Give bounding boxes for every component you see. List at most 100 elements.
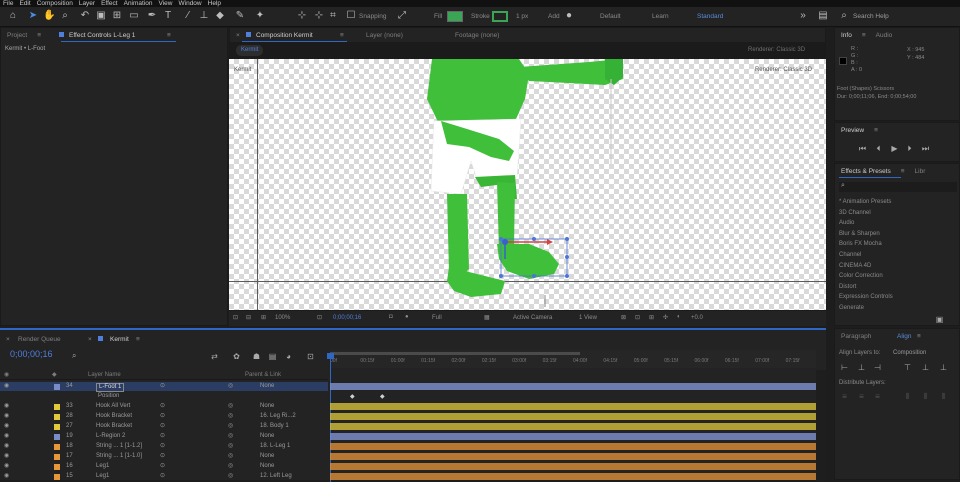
tab-paragraph[interactable]: Paragraph — [841, 333, 871, 340]
effects-item[interactable]: 3D Channel — [839, 208, 893, 219]
tab-preview[interactable]: Preview — [841, 127, 864, 134]
collapse-transform-icon[interactable]: ⊙ — [160, 432, 165, 441]
visibility-eye-icon[interactable]: ◉ — [4, 412, 9, 421]
workspace-default[interactable]: Default — [600, 13, 621, 20]
menu-help[interactable]: Help — [208, 0, 221, 7]
layer-parent-select[interactable]: None — [260, 382, 274, 391]
tab-align[interactable]: Align — [897, 333, 911, 340]
layer-duration-bar[interactable] — [330, 443, 816, 450]
region-interest-icon[interactable]: ⊟ — [246, 314, 251, 321]
flowchart-icon[interactable]: ✣ — [663, 314, 668, 321]
align-menu-icon[interactable]: ≡ — [917, 333, 921, 340]
effects-item[interactable]: Expression Controls — [839, 292, 893, 303]
layer-label-color[interactable] — [54, 454, 60, 460]
exposure-value[interactable]: +0.0 — [691, 315, 703, 321]
pen-tool-icon[interactable]: ✒ — [146, 10, 158, 22]
safe-zones-icon[interactable]: ⊡ — [317, 314, 322, 321]
align-to-select[interactable]: Composition — [893, 350, 926, 356]
collapse-transform-icon[interactable]: ⊙ — [160, 402, 165, 411]
effects-menu-icon[interactable]: ≡ — [901, 168, 905, 175]
parent-pickwhip-icon[interactable]: ◎ — [228, 382, 233, 391]
search-help-input[interactable]: Search Help — [853, 13, 889, 20]
workspace-overflow-icon[interactable]: » — [797, 10, 809, 22]
composition-menu-icon[interactable]: ≡ — [340, 32, 344, 39]
menu-layer[interactable]: Layer — [79, 0, 95, 7]
layer-name[interactable]: String ... 1 [1-1.2] — [96, 442, 142, 451]
work-area-bar[interactable] — [330, 352, 580, 355]
layer-parent-select[interactable]: None — [260, 452, 274, 461]
preview-menu-icon[interactable]: ≡ — [874, 127, 878, 134]
effects-item[interactable]: Distort — [839, 282, 893, 293]
reset-exposure-icon[interactable]: ◐ — [677, 314, 681, 320]
shy-layers-icon[interactable]: ☗ — [252, 352, 261, 361]
tab-render-queue[interactable]: Render Queue — [18, 336, 61, 343]
resolution-select[interactable]: Full — [432, 315, 442, 321]
effects-item[interactable]: * Animation Presets — [839, 197, 893, 208]
graph-editor-icon[interactable]: ⊡ — [306, 352, 315, 361]
first-frame-icon[interactable]: ⏮ — [858, 144, 867, 153]
effects-item[interactable]: Generate — [839, 303, 893, 314]
parent-header[interactable]: Parent & Link — [245, 372, 281, 378]
hand-tool-icon[interactable]: ✋ — [43, 10, 55, 22]
parent-pickwhip-icon[interactable]: ◎ — [228, 412, 233, 421]
last-frame-icon[interactable]: ⏭ — [921, 144, 930, 153]
effects-item[interactable]: Audio — [839, 218, 893, 229]
effects-item[interactable]: Blur & Sharpen — [839, 229, 893, 240]
zoom-value[interactable]: 100% — [275, 315, 290, 321]
distribute-vcenter-icon[interactable]: ≡ — [857, 392, 866, 401]
parent-pickwhip-icon[interactable]: ◎ — [228, 442, 233, 451]
visibility-eye-icon[interactable]: ◉ — [4, 422, 9, 431]
roto-brush-icon[interactable]: ✎ — [234, 10, 246, 22]
layer-name[interactable]: Hook Bracket — [96, 422, 132, 431]
layer-name[interactable]: Hook Bracket — [96, 412, 132, 421]
effects-search-input[interactable]: ⌕ — [839, 182, 957, 192]
align-horizontal-center-icon[interactable]: ⊥ — [857, 363, 866, 372]
previous-frame-icon[interactable]: ⏴ — [874, 144, 883, 153]
tab-libraries[interactable]: Libr — [915, 168, 926, 175]
pan-behind-icon[interactable]: ⊞ — [111, 10, 123, 22]
layer-row[interactable]: ◉ 27 Hook Bracket ⊙ ◎ 18. Body 1 — [0, 422, 328, 431]
layer-name[interactable]: Position — [98, 392, 119, 401]
tab-timeline-comp[interactable]: Kermit — [110, 336, 129, 343]
layer-label-color[interactable] — [54, 434, 60, 440]
parent-pickwhip-icon[interactable]: ◎ — [228, 432, 233, 441]
layer-label-color[interactable] — [54, 464, 60, 470]
panel-layout-icon[interactable]: ▤ — [817, 10, 829, 22]
brush-tool-icon[interactable]: ⁄ — [182, 10, 194, 22]
layer-row[interactable]: ◉ 34 L-Foot 1 ⊙ ◎ None — [0, 382, 328, 392]
keyframe-marker[interactable]: ◆ — [380, 393, 385, 400]
toggle-mask-icon[interactable]: ⊞ — [261, 314, 266, 321]
layer-name[interactable]: L-Foot 1 — [96, 383, 125, 392]
composition-breadcrumb[interactable]: Kermit — [236, 45, 264, 56]
snap-options-icon[interactable]: ⤢ — [396, 10, 408, 22]
workspace-learn[interactable]: Learn — [652, 13, 669, 20]
eraser-tool-icon[interactable]: ◆ — [214, 10, 226, 22]
layer-row[interactable]: ◉ 17 String ... 1 [1-1.0] ⊙ ◎ None — [0, 452, 328, 461]
distribute-bottom-icon[interactable]: ≡ — [873, 392, 882, 401]
new-bin-icon[interactable]: ▣ — [935, 315, 944, 324]
layer-parent-select[interactable]: 18. Body 1 — [260, 422, 289, 431]
visibility-eye-icon[interactable]: ◉ — [4, 382, 9, 391]
visibility-eye-icon[interactable]: ◉ — [4, 462, 9, 471]
distribute-hcenter-icon[interactable]: ⦀ — [921, 392, 930, 401]
tab-composition[interactable]: Composition Kermit — [256, 32, 313, 39]
layer-label-color[interactable] — [54, 424, 60, 430]
stroke-width[interactable]: 1 px — [516, 13, 528, 20]
show-channel-icon[interactable]: ● — [405, 314, 409, 320]
layer-parent-select[interactable]: None — [260, 462, 274, 471]
add-label[interactable]: Add — [548, 13, 560, 20]
layer-name-header[interactable]: Layer Name — [88, 372, 121, 378]
visibility-eye-icon[interactable]: ◉ — [4, 442, 9, 451]
tab-audio[interactable]: Audio — [876, 32, 893, 39]
timeline-timecode[interactable]: 0;00;00;16 — [10, 349, 53, 359]
layer-duration-bar[interactable] — [330, 453, 816, 460]
parent-pickwhip-icon[interactable]: ◎ — [228, 462, 233, 471]
layer-row[interactable]: ◉ 28 Hook Bracket ⊙ ◎ 16. Leg Ri...2 — [0, 412, 328, 421]
collapse-transform-icon[interactable]: ⊙ — [160, 462, 165, 471]
render-queue-close-icon[interactable]: × — [6, 336, 10, 343]
timeline-toggle-icon[interactable]: ⊞ — [649, 314, 654, 321]
effect-controls-menu-icon[interactable]: ≡ — [167, 32, 171, 39]
renderer-label[interactable]: Renderer: Classic 3D — [748, 47, 805, 53]
layer-label-color[interactable] — [54, 474, 60, 480]
pixel-aspect-icon[interactable]: ⊠ — [621, 314, 626, 321]
